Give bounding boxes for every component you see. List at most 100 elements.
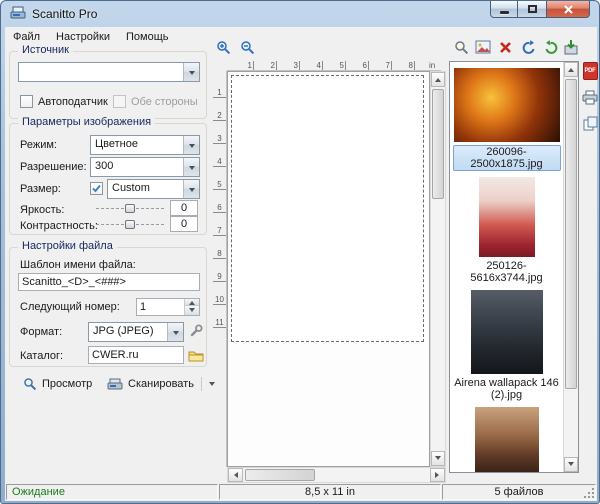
scrollbar-thumb[interactable] — [565, 79, 577, 389]
next-number-value: 1 — [137, 299, 184, 315]
filename-template-label: Шаблон имени файла: — [20, 259, 136, 271]
save-image-button[interactable] — [561, 38, 581, 56]
scan-preview-canvas[interactable] — [227, 71, 430, 467]
thumbnail-item[interactable]: 260096-2500x1875.jpg — [450, 62, 563, 171]
client-area: ФайлНастройкиПомощь Источник Автоподатчи… — [5, 27, 597, 501]
chevron-up-icon — [189, 298, 195, 305]
size-checkbox[interactable] — [90, 182, 103, 195]
scroll-down-button[interactable] — [431, 451, 445, 466]
thumbnail-filename: Airena wallapack 146 (2).jpg — [453, 377, 561, 401]
both-sides-checkbox[interactable] — [113, 95, 126, 108]
contrast-slider-thumb[interactable] — [125, 220, 135, 229]
ruler-tick-label: 4 — [213, 144, 226, 167]
rotate-left-button[interactable] — [519, 38, 539, 56]
chevron-down-icon — [568, 462, 574, 469]
scroll-up-button[interactable] — [431, 72, 445, 87]
thumbnail-item[interactable]: 250126-5616x3744.jpg — [450, 171, 563, 284]
titlebar[interactable]: Scanitto Pro — [1, 1, 599, 27]
size-combobox[interactable]: Custom — [107, 179, 200, 199]
status-page-size: 8,5 x 11 in — [219, 484, 441, 500]
ruler-tick-label: 4 — [300, 61, 323, 70]
view-image-button[interactable] — [451, 38, 471, 56]
magnifier-icon — [23, 377, 37, 391]
browse-folder-button[interactable] — [186, 346, 206, 364]
brightness-slider-thumb[interactable] — [125, 204, 135, 213]
filename-template-input[interactable] — [18, 273, 200, 291]
scroll-down-button[interactable] — [564, 457, 578, 472]
zoom-out-button[interactable] — [237, 38, 257, 56]
rotate-right-button[interactable] — [541, 38, 561, 56]
folder-icon — [188, 349, 204, 362]
contrast-slider[interactable] — [96, 217, 164, 231]
resolution-combobox[interactable]: 300 — [90, 157, 200, 177]
ruler-tick-label: 5 — [323, 61, 346, 70]
chevron-down-icon — [189, 308, 195, 315]
scan-selection-area[interactable] — [231, 75, 424, 342]
wrench-icon — [189, 324, 203, 338]
zoom-out-icon — [240, 40, 255, 55]
menu-item[interactable]: Помощь — [118, 28, 177, 46]
minimize-button[interactable] — [490, 1, 518, 18]
rotate-left-icon — [521, 39, 537, 55]
autofeeder-checkbox[interactable] — [20, 95, 33, 108]
scroll-right-button[interactable] — [430, 468, 445, 482]
scrollbar-thumb[interactable] — [245, 469, 315, 481]
delete-image-button[interactable] — [495, 38, 515, 56]
format-combobox-value: JPG (JPEG) — [89, 323, 167, 341]
print-button[interactable] — [582, 87, 598, 107]
close-button[interactable] — [546, 1, 590, 18]
format-combobox[interactable]: JPG (JPEG) — [88, 322, 184, 342]
thumbnail-item[interactable]: Airena wallapack 146 (70).jpg — [450, 401, 563, 473]
app-window: Scanitto Pro ФайлНастройкиПомощь Источни… — [0, 0, 600, 504]
format-settings-button[interactable] — [186, 322, 206, 340]
scroll-up-button[interactable] — [564, 62, 578, 77]
printer-icon — [582, 90, 598, 105]
ruler-unit-label: in — [429, 61, 435, 70]
copy-button[interactable] — [582, 113, 598, 133]
resolution-combobox-value: 300 — [91, 158, 183, 176]
export-pdf-button[interactable]: PDF — [582, 61, 598, 81]
preview-button[interactable]: Просмотр — [17, 374, 98, 394]
thumbnail-image — [479, 177, 535, 257]
source-group-label: Источник — [18, 44, 73, 56]
scanner-icon — [107, 377, 123, 391]
pdf-icon: PDF — [583, 62, 598, 80]
scrollbar-thumb[interactable] — [432, 89, 444, 199]
scroll-left-button[interactable] — [228, 468, 243, 482]
preview-horizontal-scrollbar[interactable] — [227, 467, 446, 483]
next-number-stepper[interactable]: 1 — [136, 298, 200, 316]
thumbnail-item[interactable]: Airena wallapack 146 (2).jpg — [450, 284, 563, 401]
mode-label: Режим: — [20, 139, 57, 151]
file-settings-group: Настройки файла Шаблон имени файла: След… — [9, 247, 207, 367]
ruler-tick-label: 2 — [254, 61, 277, 70]
ruler-tick-label: 7 — [369, 61, 392, 70]
maximize-button[interactable] — [518, 1, 546, 18]
picture-icon — [475, 40, 491, 54]
brightness-slider[interactable] — [96, 201, 164, 215]
thumbnail-filename: 260096-2500x1875.jpg — [453, 145, 561, 171]
edit-image-button[interactable] — [473, 38, 493, 56]
thumbnail-image — [454, 68, 560, 142]
thumbnail-image — [471, 290, 543, 374]
mode-combobox[interactable]: Цветное — [90, 135, 200, 155]
chevron-down-icon — [435, 456, 441, 463]
source-group: Источник Автоподатчик Обе стороны — [9, 51, 207, 119]
scan-button[interactable]: Сканировать — [101, 374, 221, 394]
chevron-up-icon — [568, 65, 574, 72]
mode-combobox-value: Цветное — [91, 136, 183, 154]
rotate-right-icon — [543, 39, 559, 55]
thumbnail-scrollbar[interactable] — [563, 62, 578, 472]
resize-grip[interactable] — [583, 487, 595, 499]
brightness-label: Яркость: — [20, 204, 64, 216]
ruler-tick-label: 7 — [213, 213, 226, 236]
stepper-down-button[interactable] — [185, 305, 199, 315]
copy-icon — [583, 116, 598, 131]
folder-input[interactable] — [88, 346, 184, 364]
window-title: Scanitto Pro — [32, 7, 97, 21]
ruler-tick-label: 5 — [213, 167, 226, 190]
source-combobox[interactable] — [18, 62, 200, 82]
preview-vertical-scrollbar[interactable] — [430, 71, 446, 467]
thumbnail-filename: 250126-5616x3744.jpg — [453, 260, 561, 284]
chevron-down-icon — [183, 180, 199, 198]
zoom-in-button[interactable] — [213, 38, 233, 56]
